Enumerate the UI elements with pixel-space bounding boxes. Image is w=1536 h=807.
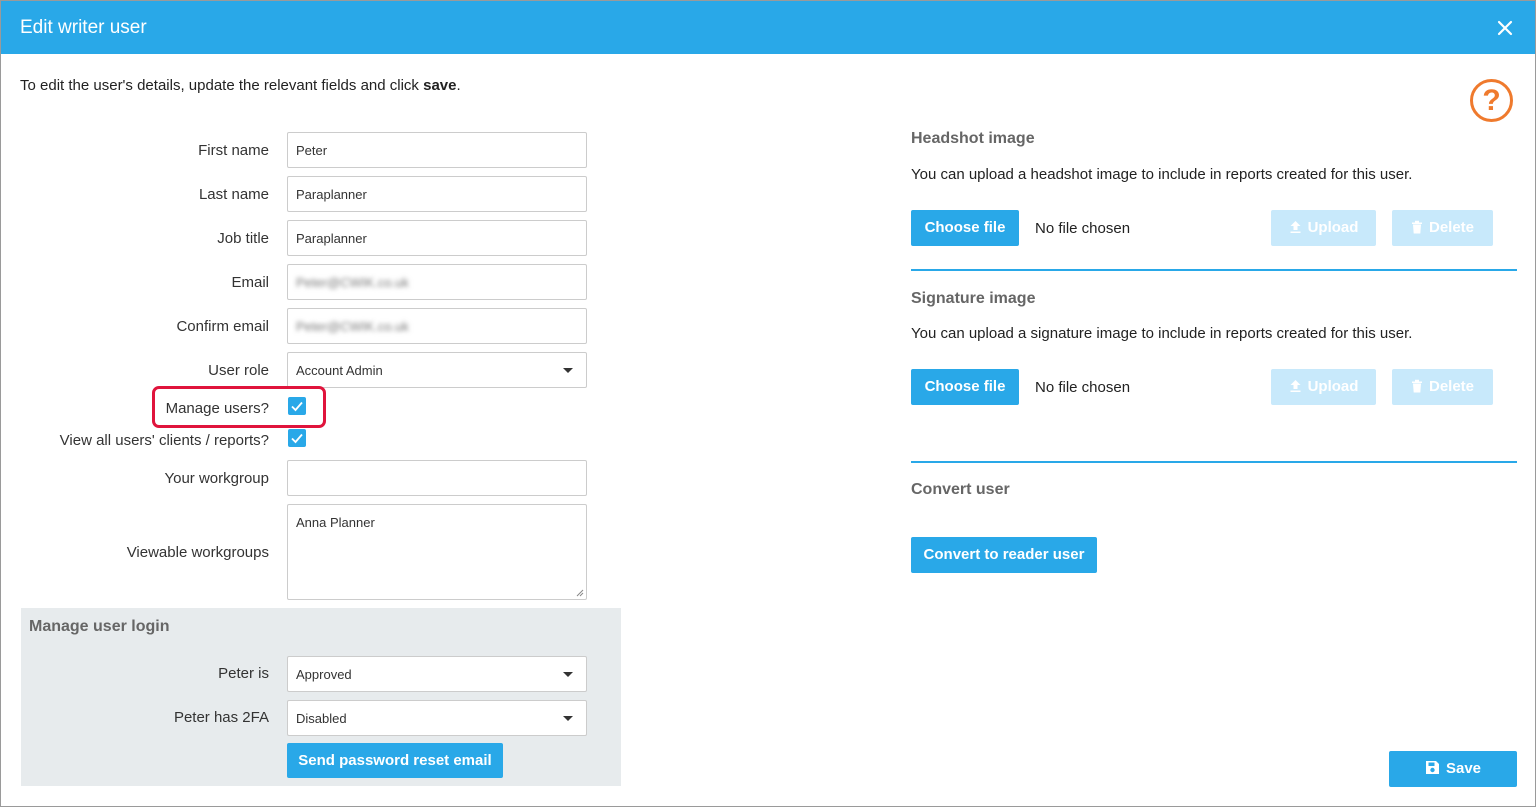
upload-icon: [1290, 380, 1301, 392]
last-name-label: Last name: [198, 186, 269, 203]
viewable-workgroups-value: Anna Planner: [296, 515, 375, 530]
close-icon[interactable]: [1495, 18, 1515, 38]
your-workgroup-label: Your workgroup: [164, 470, 269, 487]
signature-delete-button[interactable]: Delete: [1392, 369, 1493, 405]
convert-to-reader-button[interactable]: Convert to reader user: [911, 537, 1097, 573]
confirm-email-input[interactable]: Peter@CWIK.co.uk: [287, 308, 587, 344]
edit-user-dialog: Edit writer user To edit the user's deta…: [0, 0, 1536, 807]
twofa-label: Peter has 2FA: [173, 709, 269, 726]
view-all-checkbox[interactable]: [288, 429, 306, 447]
signature-desc: You can upload a signature image to incl…: [911, 325, 1413, 342]
twofa-select[interactable]: Disabled: [287, 700, 587, 736]
check-icon: [291, 433, 303, 444]
job-title-label: Job title: [217, 230, 269, 247]
job-title-input[interactable]: Paraplanner: [287, 220, 587, 256]
headshot-desc: You can upload a headshot image to inclu…: [911, 166, 1413, 183]
intro-text-bold: save: [423, 77, 457, 94]
signature-title: Signature image: [911, 290, 1036, 307]
email-input[interactable]: Peter@CWIK.co.uk: [287, 264, 587, 300]
email-label: Email: [231, 274, 269, 291]
chevron-down-icon: [563, 716, 573, 721]
status-value: Approved: [296, 667, 352, 682]
save-label: Save: [1445, 760, 1482, 777]
trash-icon: [1411, 220, 1422, 234]
headshot-no-file-text: No file chosen: [1035, 220, 1131, 237]
intro-text-main: To edit the user's details, update the r…: [20, 77, 424, 94]
intro-text-end: .: [456, 77, 461, 94]
headshot-title: Headshot image: [911, 130, 1035, 147]
viewable-workgroups-textarea[interactable]: Anna Planner: [287, 504, 587, 600]
dialog-titlebar: Edit writer user: [1, 1, 1535, 54]
signature-upload-button[interactable]: Upload: [1271, 369, 1376, 405]
user-role-value: Account Admin: [296, 363, 383, 378]
headshot-upload-button[interactable]: Upload: [1271, 210, 1376, 246]
twofa-value: Disabled: [296, 711, 347, 726]
status-label: Peter is: [218, 665, 269, 682]
signature-no-file-text: No file chosen: [1035, 379, 1131, 396]
convert-user-title: Convert user: [911, 481, 1010, 498]
signature-upload-label: Upload: [1307, 378, 1359, 395]
confirm-email-label: Confirm email: [176, 318, 269, 335]
send-reset-email-button[interactable]: Send password reset email: [287, 743, 503, 778]
signature-choose-file-button[interactable]: Choose file: [911, 369, 1019, 405]
highlight-box: [152, 386, 326, 428]
headshot-choose-file-button[interactable]: Choose file: [911, 210, 1019, 246]
viewable-workgroups-label: Viewable workgroups: [126, 544, 269, 561]
view-all-label: View all users' clients / reports?: [59, 432, 269, 449]
first-name-label: First name: [198, 142, 269, 159]
status-select[interactable]: Approved: [287, 656, 587, 692]
resize-grip-icon[interactable]: [575, 588, 584, 597]
user-role-label: User role: [208, 362, 269, 379]
confirm-email-value: Peter@CWIK.co.uk: [296, 319, 409, 334]
manage-login-title: Manage user login: [29, 618, 170, 635]
help-icon[interactable]: ?: [1470, 79, 1513, 122]
headshot-delete-button[interactable]: Delete: [1392, 210, 1493, 246]
save-button[interactable]: Save: [1389, 751, 1517, 787]
dialog-title: Edit writer user: [20, 17, 147, 38]
trash-icon: [1411, 379, 1422, 393]
signature-delete-label: Delete: [1428, 378, 1475, 395]
first-name-input[interactable]: Peter: [287, 132, 587, 168]
upload-icon: [1290, 221, 1301, 233]
divider: [911, 269, 1517, 271]
intro-text: To edit the user's details, update the r…: [20, 77, 461, 94]
your-workgroup-input[interactable]: [287, 460, 587, 496]
chevron-down-icon: [563, 672, 573, 677]
email-value: Peter@CWIK.co.uk: [296, 275, 409, 290]
last-name-input[interactable]: Paraplanner: [287, 176, 587, 212]
chevron-down-icon: [563, 368, 573, 373]
headshot-delete-label: Delete: [1428, 219, 1475, 236]
divider: [911, 461, 1517, 463]
user-role-select[interactable]: Account Admin: [287, 352, 587, 388]
floppy-disk-icon: [1425, 761, 1439, 774]
headshot-upload-label: Upload: [1307, 219, 1359, 236]
